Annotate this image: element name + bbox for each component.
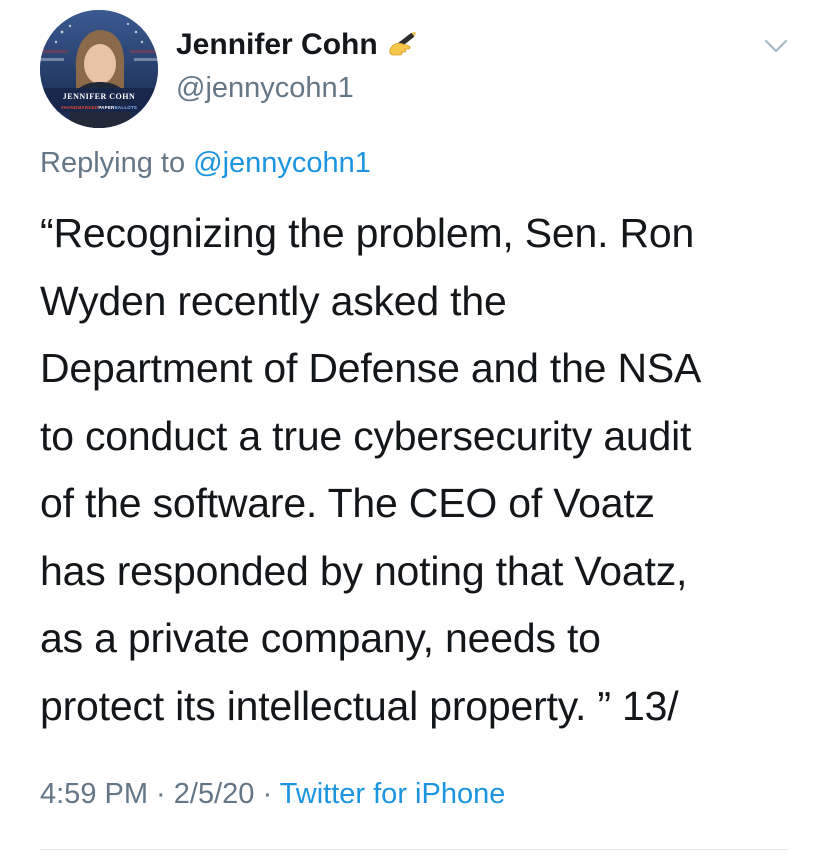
tweet-text: “Recognizing the problem, Sen. Ron Wyden… (40, 200, 800, 740)
writing-hand-emoji-icon (386, 28, 420, 66)
tweet-line: has responded by noting that Voatz, (40, 547, 688, 594)
tweet-line: Department of Defense and the NSA (40, 345, 702, 391)
author-handle[interactable]: @jennycohn1 (176, 72, 354, 105)
avatar-caption: JENNIFER COHN (62, 92, 136, 101)
replying-to: Replying to @jennycohn1 (40, 147, 371, 180)
meta-separator: · (148, 778, 174, 810)
avatar[interactable]: JENNIFER COHN #HANDMARKEDPAPERBALLOTS (40, 10, 158, 128)
meta-separator: · (254, 778, 280, 810)
replying-prefix: Replying to (40, 147, 194, 179)
divider (40, 849, 788, 850)
tweet-line: Wyden recently asked the (40, 277, 507, 324)
author-display-name[interactable]: Jennifer Cohn (176, 28, 420, 66)
avatar-tag-part: PAPER (98, 105, 115, 110)
tweet-line: as a private company, needs to (40, 615, 601, 661)
avatar-photo (40, 10, 158, 128)
tweet-line: protect its intellectual property. ” 13/ (40, 682, 679, 729)
tweet-date[interactable]: 2/5/20 (174, 778, 255, 810)
avatar-tag-part: BALLOTS (114, 105, 138, 110)
tweet-meta: 4:59 PM · 2/5/20 · Twitter for iPhone (40, 778, 505, 811)
avatar-hashtag: #HANDMARKEDPAPERBALLOTS (40, 105, 158, 110)
chevron-down-icon[interactable] (764, 38, 788, 54)
reply-handle-link[interactable]: @jennycohn1 (193, 147, 371, 179)
tweet: JENNIFER COHN #HANDMARKEDPAPERBALLOTS Je… (0, 0, 828, 863)
avatar-tag-part: #HANDMARKED (60, 105, 99, 110)
tweet-line: of the software. The CEO of Voatz (40, 480, 655, 526)
tweet-line: “Recognizing the problem, Sen. Ron (40, 210, 695, 256)
display-name-text: Jennifer Cohn (176, 28, 378, 61)
tweet-time[interactable]: 4:59 PM (40, 778, 148, 810)
tweet-line: to conduct a true cybersecurity audit (40, 412, 692, 459)
tweet-source-link[interactable]: Twitter for iPhone (280, 778, 506, 810)
